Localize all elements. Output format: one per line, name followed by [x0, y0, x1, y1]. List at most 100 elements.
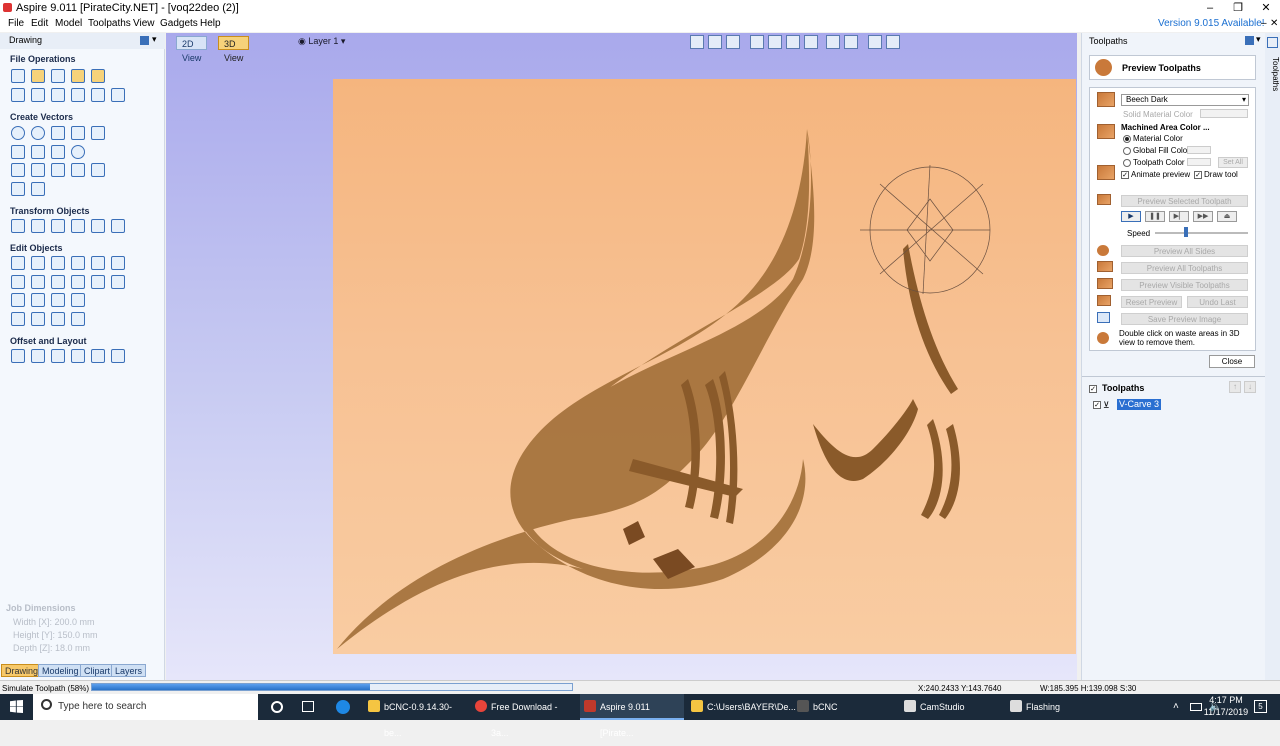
- material-color-option[interactable]: Material Color: [1123, 134, 1183, 143]
- circle-icon[interactable]: [11, 126, 25, 140]
- undo-icon[interactable]: [91, 88, 105, 102]
- taskbar-app-bcnc-download[interactable]: bCNC-0.9.14.30-be...: [364, 694, 468, 738]
- curve-icon[interactable]: [51, 145, 65, 159]
- clock-time[interactable]: 4:17 PM: [1206, 695, 1246, 705]
- curve-fit-icon[interactable]: [31, 275, 45, 289]
- menu-view[interactable]: View: [133, 18, 155, 29]
- group-icon[interactable]: [71, 256, 85, 270]
- pan-icon[interactable]: [750, 35, 764, 49]
- select-icon[interactable]: [11, 256, 25, 270]
- copy-along-vector-icon[interactable]: [71, 349, 85, 363]
- job-setup-icon[interactable]: [11, 88, 25, 102]
- spiral-icon[interactable]: [71, 145, 85, 159]
- material-select[interactable]: Beech Dark ▾: [1121, 94, 1249, 106]
- toolpath-color-select[interactable]: [1187, 158, 1211, 166]
- zoom-box-icon[interactable]: [708, 35, 722, 49]
- dimension-icon[interactable]: [71, 163, 85, 177]
- split-view-icon[interactable]: [868, 35, 882, 49]
- toolpath-name[interactable]: V-Carve 3: [1117, 399, 1162, 410]
- panel-dropdown-icon[interactable]: ▾: [1256, 34, 1261, 45]
- mdi-minimize-icon[interactable]: –: [1261, 18, 1267, 29]
- ellipse-icon[interactable]: [31, 126, 45, 140]
- taskbar-app-bcnc[interactable]: bCNC: [793, 694, 897, 720]
- trim-icon[interactable]: [51, 275, 65, 289]
- preview-all-button[interactable]: Preview All Toolpaths: [1121, 262, 1248, 274]
- move-down-icon[interactable]: ↓: [1244, 381, 1256, 393]
- step-repeat-icon[interactable]: [111, 349, 125, 363]
- circular-copy-icon[interactable]: [51, 349, 65, 363]
- speed-slider[interactable]: [1155, 232, 1248, 234]
- play-button[interactable]: ▶: [1121, 211, 1141, 222]
- save-file-icon[interactable]: [51, 69, 65, 83]
- maximize-button[interactable]: ❐: [1224, 0, 1252, 16]
- offset-icon[interactable]: [11, 349, 25, 363]
- polyline-icon[interactable]: [11, 145, 25, 159]
- menu-edit[interactable]: Edit: [31, 18, 48, 29]
- version-available-link[interactable]: Version 9.015 Available!: [1158, 18, 1265, 29]
- toolpath-color-radio[interactable]: [1123, 158, 1131, 167]
- save-preview-image-button[interactable]: Save Preview Image: [1121, 313, 1248, 325]
- text-icon[interactable]: [11, 163, 25, 177]
- menu-model[interactable]: Model: [55, 18, 82, 29]
- import-bitmap-icon[interactable]: [91, 69, 105, 83]
- tab-clipart[interactable]: Clipart: [80, 664, 115, 677]
- text-box-icon[interactable]: [31, 163, 45, 177]
- zoom-extents-icon[interactable]: [690, 35, 704, 49]
- paste-icon[interactable]: [71, 88, 85, 102]
- taskbar-app-chrome[interactable]: Free Download - 3a...: [471, 694, 575, 738]
- lighting-icon[interactable]: [826, 35, 840, 49]
- draw-tool-checkbox[interactable]: ✓: [1194, 170, 1202, 179]
- layer-dropdown[interactable]: ◉ Layer 1 ▾: [298, 36, 345, 47]
- subtract-icon[interactable]: [71, 275, 85, 289]
- taskbar-app-flashing[interactable]: Flashing: [1006, 694, 1110, 720]
- align-icon[interactable]: [51, 219, 65, 233]
- extend-icon[interactable]: [31, 293, 45, 307]
- ramp-icon[interactable]: [51, 312, 65, 326]
- clock-date[interactable]: 11/17/2019: [1202, 707, 1250, 717]
- edge-icon[interactable]: [336, 700, 350, 714]
- speed-slider-thumb[interactable]: [1184, 227, 1188, 237]
- solid-color-select[interactable]: [1200, 109, 1248, 118]
- menu-help[interactable]: Help: [200, 18, 221, 29]
- tab-modeling[interactable]: Modeling: [38, 664, 83, 677]
- join-icon[interactable]: [11, 275, 25, 289]
- weld-icon[interactable]: [111, 256, 125, 270]
- layout-icon[interactable]: [886, 35, 900, 49]
- cortana-icon[interactable]: [271, 701, 283, 713]
- tab-icon[interactable]: [31, 312, 45, 326]
- fast-forward-button[interactable]: ▶▶: [1193, 211, 1213, 222]
- move-up-icon[interactable]: ↑: [1229, 381, 1241, 393]
- global-fill-color-select[interactable]: [1187, 146, 1211, 154]
- pin-icon[interactable]: [1245, 36, 1254, 45]
- taskbar-app-camstudio[interactable]: CamStudio: [900, 694, 1004, 720]
- menu-gadgets[interactable]: Gadgets: [160, 18, 198, 29]
- close-preview-button[interactable]: Close: [1209, 355, 1255, 368]
- chamfer-icon[interactable]: [11, 293, 25, 307]
- measure-icon[interactable]: [31, 182, 45, 196]
- set-size-icon[interactable]: [31, 219, 45, 233]
- menu-toolpaths[interactable]: Toolpaths: [88, 18, 131, 29]
- front-view-icon[interactable]: [804, 35, 818, 49]
- redo-icon[interactable]: [111, 88, 125, 102]
- windows-start-icon[interactable]: [10, 700, 23, 713]
- move-icon[interactable]: [11, 219, 25, 233]
- taskbar-search-box[interactable]: Type here to search: [33, 694, 258, 720]
- mirror-icon[interactable]: [71, 219, 85, 233]
- toolpaths-list-check-icon[interactable]: ✓: [1089, 385, 1097, 394]
- tab-2d-view[interactable]: 2D View: [176, 36, 208, 63]
- open-file-icon[interactable]: [31, 69, 45, 83]
- import-icon[interactable]: [71, 69, 85, 83]
- global-fill-radio[interactable]: [1123, 146, 1131, 155]
- grid-icon[interactable]: [726, 35, 740, 49]
- polygon-icon[interactable]: [71, 126, 85, 140]
- preview-all-sides-button[interactable]: Preview All Sides: [1121, 245, 1248, 257]
- text-on-curve-icon[interactable]: [51, 163, 65, 177]
- axis-icon[interactable]: [844, 35, 858, 49]
- flip-direction-icon[interactable]: [71, 293, 85, 307]
- skip-end-button[interactable]: ⏏: [1217, 211, 1237, 222]
- node-edit-icon[interactable]: [31, 256, 45, 270]
- intersect-icon[interactable]: [91, 275, 105, 289]
- pause-button[interactable]: ❚❚: [1145, 211, 1165, 222]
- panel-dropdown-icon[interactable]: ▾: [152, 34, 157, 45]
- material-color-radio[interactable]: [1123, 134, 1131, 143]
